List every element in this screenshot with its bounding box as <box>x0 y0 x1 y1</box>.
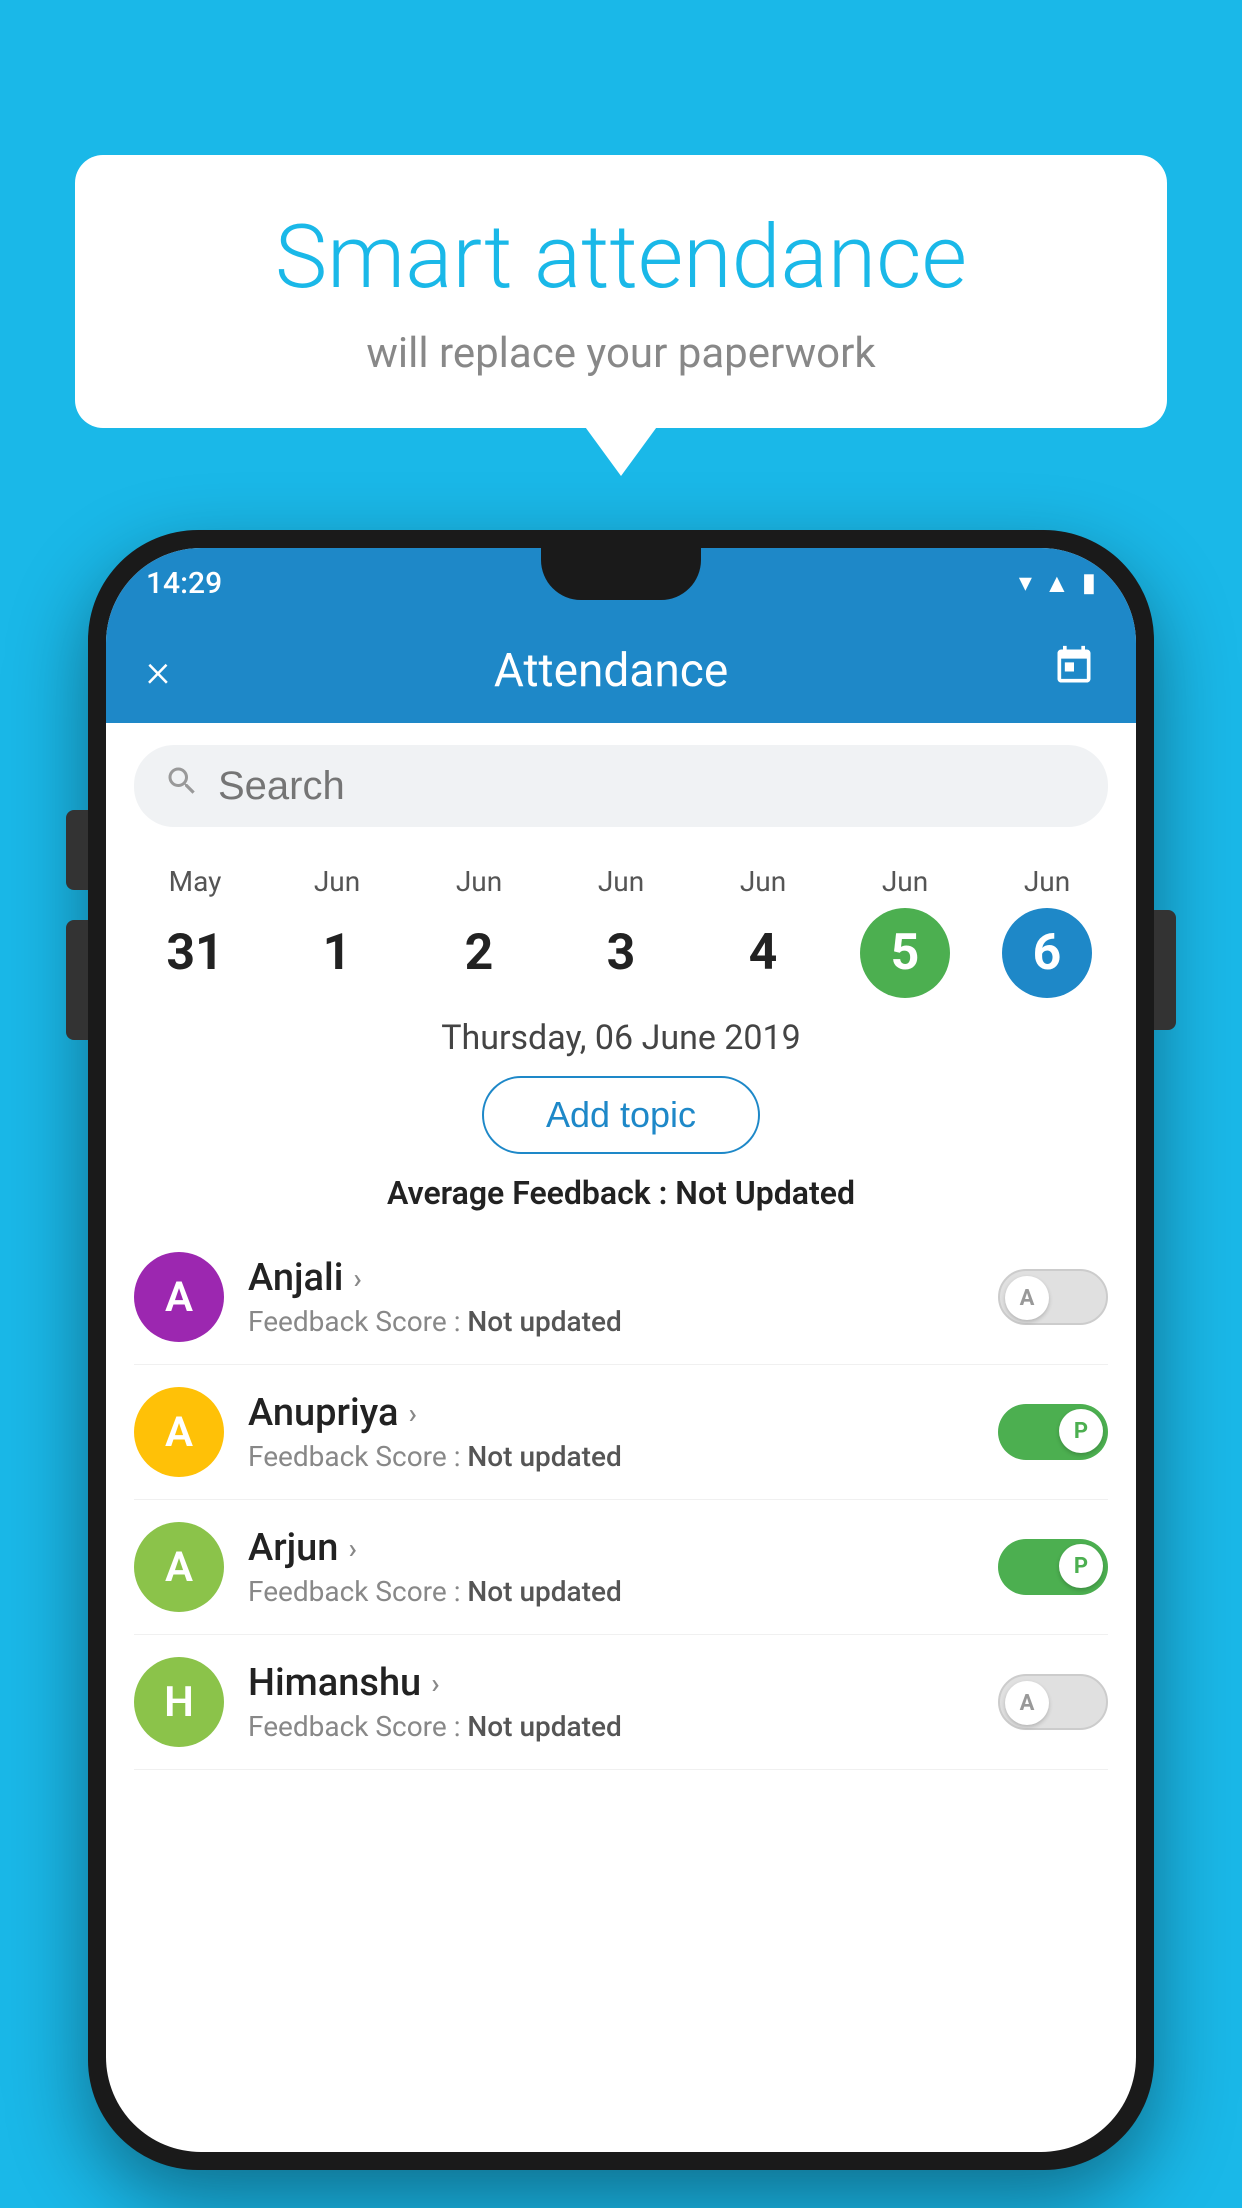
student-list: AAnjali ›Feedback Score : Not updatedAAA… <box>106 1230 1136 1770</box>
chevron-icon: › <box>431 1667 439 1700</box>
cal-date-number: 1 <box>292 908 382 998</box>
signal-icon: ▲ <box>1044 568 1070 599</box>
calendar-strip: May 31 Jun 1 Jun 2 Jun 3 Jun 4 Jun 5 Jun 6 <box>106 849 1136 1006</box>
student-info: Himanshu › Feedback Score : Not updated <box>248 1661 974 1743</box>
student-item[interactable]: A Anupriya › Feedback Score : Not updated P <box>134 1365 1108 1500</box>
bubble-subtitle: will replace your paperwork <box>135 329 1107 378</box>
cal-month-label: Jun <box>740 865 786 898</box>
student-name: Anjali › <box>248 1256 974 1300</box>
app-header: × Attendance <box>106 618 1136 723</box>
volume-up-button <box>66 810 88 890</box>
toggle-knob: A <box>1005 1681 1049 1725</box>
student-info: Anupriya › Feedback Score : Not updated <box>248 1391 974 1473</box>
status-icons: ▾ ▲ ▮ <box>1019 568 1096 599</box>
student-info: Arjun › Feedback Score : Not updated <box>248 1526 974 1608</box>
add-topic-button[interactable]: Add topic <box>482 1076 760 1154</box>
chevron-icon: › <box>408 1397 416 1430</box>
student-avatar: A <box>134 1387 224 1477</box>
cal-month-label: Jun <box>1024 865 1070 898</box>
student-name: Arjun › <box>248 1526 974 1570</box>
cal-date-number: 3 <box>576 908 666 998</box>
calendar-day[interactable]: May 31 <box>150 865 240 998</box>
student-feedback: Feedback Score : Not updated <box>248 1440 974 1473</box>
student-name: Anupriya › <box>248 1391 974 1435</box>
search-input[interactable] <box>218 764 1078 809</box>
phone-notch <box>541 548 701 600</box>
search-bar[interactable] <box>134 745 1108 827</box>
speech-bubble: Smart attendance will replace your paper… <box>75 155 1167 428</box>
student-avatar: A <box>134 1252 224 1342</box>
student-feedback: Feedback Score : Not updated <box>248 1710 974 1743</box>
cal-month-label: Jun <box>882 865 928 898</box>
cal-month-label: May <box>169 865 222 898</box>
cal-date-number: 5 <box>860 908 950 998</box>
wifi-icon: ▾ <box>1019 568 1032 598</box>
search-icon <box>164 763 200 809</box>
cal-date-number: 31 <box>150 908 240 998</box>
avg-feedback-label: Average Feedback : <box>387 1174 667 1212</box>
cal-date-number: 4 <box>718 908 808 998</box>
student-item[interactable]: A Arjun › Feedback Score : Not updated P <box>134 1500 1108 1635</box>
student-feedback: Feedback Score : Not updated <box>248 1575 974 1608</box>
student-feedback: Feedback Score : Not updated <box>248 1305 974 1338</box>
app-title: Attendance <box>494 644 728 698</box>
toggle-knob: P <box>1059 1409 1103 1453</box>
selected-date-label: Thursday, 06 June 2019 <box>106 1018 1136 1058</box>
avg-feedback-value: Not Updated <box>675 1174 855 1212</box>
phone-screen: 14:29 ▾ ▲ ▮ × Attendance <box>106 548 1136 2152</box>
student-item[interactable]: H Himanshu › Feedback Score : Not updated A <box>134 1635 1108 1770</box>
student-avatar: A <box>134 1522 224 1612</box>
attendance-toggle[interactable]: A <box>998 1269 1108 1325</box>
chevron-icon: › <box>353 1262 361 1295</box>
power-button <box>1154 910 1176 1030</box>
bubble-title: Smart attendance <box>135 210 1107 307</box>
phone-frame: 14:29 ▾ ▲ ▮ × Attendance <box>88 530 1154 2170</box>
calendar-day[interactable]: Jun 3 <box>576 865 666 998</box>
calendar-day[interactable]: Jun 4 <box>718 865 808 998</box>
calendar-day[interactable]: Jun 5 <box>860 865 950 998</box>
cal-month-label: Jun <box>314 865 360 898</box>
student-avatar: H <box>134 1657 224 1747</box>
calendar-day[interactable]: Jun 1 <box>292 865 382 998</box>
attendance-toggle[interactable]: A <box>998 1674 1108 1730</box>
calendar-day[interactable]: Jun 6 <box>1002 865 1092 998</box>
chevron-icon: › <box>348 1532 356 1565</box>
student-item[interactable]: A Anjali › Feedback Score : Not updated A <box>134 1230 1108 1365</box>
attendance-toggle[interactable]: P <box>998 1539 1108 1595</box>
cal-month-label: Jun <box>598 865 644 898</box>
speech-bubble-container: Smart attendance will replace your paper… <box>75 155 1167 428</box>
average-feedback: Average Feedback : Not Updated <box>106 1174 1136 1212</box>
battery-icon: ▮ <box>1082 568 1096 598</box>
volume-down-button <box>66 920 88 1040</box>
toggle-knob: P <box>1059 1544 1103 1588</box>
cal-month-label: Jun <box>456 865 502 898</box>
close-button[interactable]: × <box>146 644 170 698</box>
cal-date-number: 6 <box>1002 908 1092 998</box>
calendar-day[interactable]: Jun 2 <box>434 865 524 998</box>
cal-date-number: 2 <box>434 908 524 998</box>
student-name: Himanshu › <box>248 1661 974 1705</box>
attendance-toggle[interactable]: P <box>998 1404 1108 1460</box>
student-info: Anjali › Feedback Score : Not updated <box>248 1256 974 1338</box>
calendar-icon[interactable] <box>1052 644 1096 698</box>
status-time: 14:29 <box>146 566 222 601</box>
toggle-knob: A <box>1005 1276 1049 1320</box>
